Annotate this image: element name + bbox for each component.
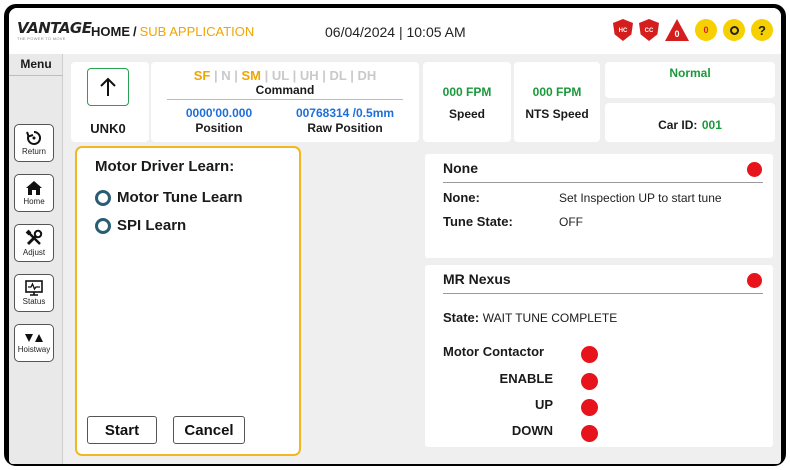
arrow-up-icon: [100, 77, 116, 96]
tools-icon: [25, 229, 43, 246]
nts-speed-value: 000 FPM: [532, 85, 582, 99]
up-arrow-indicator: [87, 68, 129, 106]
command-divider: [167, 99, 403, 100]
logo-text: VANTAGE: [17, 19, 92, 37]
position-value: 0000'00.000: [185, 106, 253, 120]
alarm-clock-icon[interactable]: 0: [695, 19, 717, 41]
header-bar: VANTAGE THE POWER TO MOVE HOME / SUB APPLI…: [9, 8, 781, 54]
option-label: SPI Learn: [117, 217, 187, 234]
car-id-value: 001: [701, 118, 722, 132]
none-panel-title: None: [443, 160, 478, 176]
vantage-logo: VANTAGE THE POWER TO MOVE: [17, 21, 95, 43]
motor-contactor-label: Motor Contactor: [443, 344, 545, 359]
tune-state-value: OFF: [559, 215, 583, 229]
tune-state-key: Tune State:: [443, 214, 513, 229]
search-icon[interactable]: [723, 19, 745, 41]
start-button[interactable]: Start: [87, 416, 157, 444]
breadcrumb-sub-application: SUB APPLICATION: [139, 24, 255, 39]
car-call-shield-icon[interactable]: CC: [639, 19, 659, 41]
speed-box: [423, 62, 511, 142]
cancel-button[interactable]: Cancel: [173, 416, 245, 444]
enable-label: ENABLE: [499, 371, 553, 386]
motor-contactor-indicator: [581, 346, 598, 363]
sidebar-item-return[interactable]: Return: [14, 124, 54, 162]
enable-indicator: [581, 373, 598, 390]
learn-panel-title: Motor Driver Learn:: [95, 158, 235, 175]
flag-ul: UL: [271, 68, 289, 83]
header-icons: HC CC 0 0 ?: [613, 19, 773, 41]
none-key: None:: [443, 190, 480, 205]
flag-sf: SF: [193, 68, 211, 83]
sidebar-item-hoistway[interactable]: Hoistway: [14, 324, 54, 362]
warning-triangle-icon[interactable]: 0: [665, 19, 689, 41]
option-label: Motor Tune Learn: [117, 189, 243, 206]
sidebar-item-label: Hoistway: [17, 345, 51, 354]
none-value: Set Inspection UP to start tune: [559, 191, 722, 205]
menu-title: Menu: [9, 54, 63, 76]
up-label: UP: [534, 397, 553, 412]
command-flags: SF | N | SM | UL | UH | DL | DH: [193, 68, 377, 83]
flag-dl: DL: [329, 68, 347, 83]
home-icon: [26, 181, 42, 195]
flag-dh: DH: [357, 68, 377, 83]
motor-driver-learn-panel: Motor Driver Learn: Motor Tune Learn SPI…: [75, 146, 301, 456]
hoistway-icon: [25, 334, 43, 342]
date-time: 06/04/2024 | 10:05 AM: [325, 24, 466, 40]
breadcrumb: HOME / SUB APPLICATION: [91, 24, 254, 39]
flag-sm: SM: [241, 68, 261, 83]
flag-uh: UH: [299, 68, 319, 83]
sidebar-item-label: Status: [22, 297, 46, 306]
sidebar-item-home[interactable]: Home: [14, 174, 54, 212]
nexus-state: State: WAIT TUNE COMPLETE: [443, 310, 617, 325]
command-label: Command: [255, 83, 315, 97]
nexus-state-key: State:: [443, 310, 480, 325]
none-status-panel: None None: Set Inspection UP to start tu…: [425, 154, 773, 258]
sidebar-item-label: Adjust: [22, 248, 46, 257]
sidebar-item-label: Return: [21, 147, 46, 156]
flag-n: N: [221, 68, 231, 83]
nexus-panel-title: MR Nexus: [443, 271, 511, 287]
option-motor-tune-learn[interactable]: Motor Tune Learn: [95, 189, 243, 206]
speed-value: 000 FPM: [442, 85, 492, 99]
radio-button[interactable]: [95, 217, 111, 234]
monitor-icon: [25, 280, 43, 296]
screen: VANTAGE THE POWER TO MOVE HOME / SUB APPLI…: [9, 8, 781, 464]
panel-divider: [443, 182, 763, 183]
raw-position-label: Raw Position: [307, 121, 383, 135]
car-id-label: Car ID:: [658, 118, 698, 132]
mode-value: Normal: [669, 66, 711, 80]
down-label: DOWN: [511, 423, 553, 438]
return-icon: [26, 130, 41, 145]
mr-nexus-panel: MR Nexus State: WAIT TUNE COMPLETE Motor…: [425, 265, 773, 447]
sidebar-item-label: Home: [23, 197, 45, 206]
raw-position-value: 00768314 /0.5mm: [295, 106, 395, 120]
speed-label: Speed: [448, 107, 485, 121]
none-status-indicator: [747, 162, 762, 177]
nts-speed-box: [514, 62, 600, 142]
nts-speed-label: NTS Speed: [525, 107, 589, 121]
option-spi-learn[interactable]: SPI Learn: [95, 217, 186, 234]
sidebar-item-adjust[interactable]: Adjust: [14, 224, 54, 262]
nexus-state-value: WAIT TUNE COMPLETE: [482, 311, 618, 325]
help-icon[interactable]: ?: [751, 19, 773, 41]
panel-divider: [443, 293, 763, 294]
car-label: UNK0: [90, 121, 126, 136]
nexus-status-indicator: [747, 273, 762, 288]
sidebar-item-status[interactable]: Status: [14, 274, 54, 312]
radio-button[interactable]: [95, 189, 111, 206]
breadcrumb-separator: /: [133, 24, 137, 39]
car-id: Car ID: 001: [605, 116, 775, 134]
up-indicator: [581, 399, 598, 416]
position-label: Position: [195, 121, 243, 135]
breadcrumb-home[interactable]: HOME: [91, 24, 130, 39]
down-indicator: [581, 425, 598, 442]
hall-call-shield-icon[interactable]: HC: [613, 19, 633, 41]
sidebar-menu: Menu Return Home Adjust Status Hoistway: [9, 54, 63, 464]
